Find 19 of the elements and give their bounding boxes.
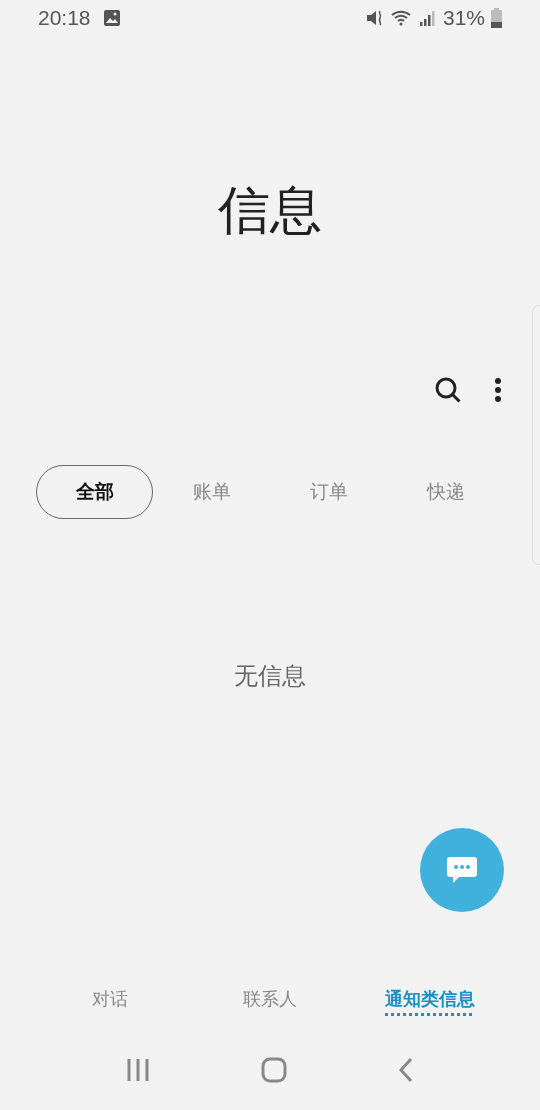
battery-percent: 31% [442, 6, 485, 30]
battery-icon [491, 8, 502, 28]
wifi-icon [390, 8, 413, 28]
signal-icon [418, 9, 437, 27]
recent-apps-icon [125, 1058, 150, 1082]
filter-chip[interactable]: 账单 [153, 465, 270, 519]
filter-chip[interactable]: 快递 [387, 465, 504, 519]
page-title: 信息 [218, 179, 322, 241]
more-icon [494, 377, 502, 403]
empty-message: 无信息 [234, 661, 306, 692]
filter-chip[interactable]: 订单 [270, 465, 387, 519]
search-icon [434, 376, 462, 404]
bottom-tab[interactable]: 通知类信息 [350, 983, 510, 1017]
status-time: 20:18 [38, 6, 91, 30]
image-icon [102, 9, 121, 27]
home-icon [261, 1057, 287, 1083]
bottom-tab[interactable]: 对话 [30, 983, 190, 1017]
back-icon [398, 1057, 415, 1083]
bottom-tab[interactable]: 联系人 [190, 983, 350, 1017]
